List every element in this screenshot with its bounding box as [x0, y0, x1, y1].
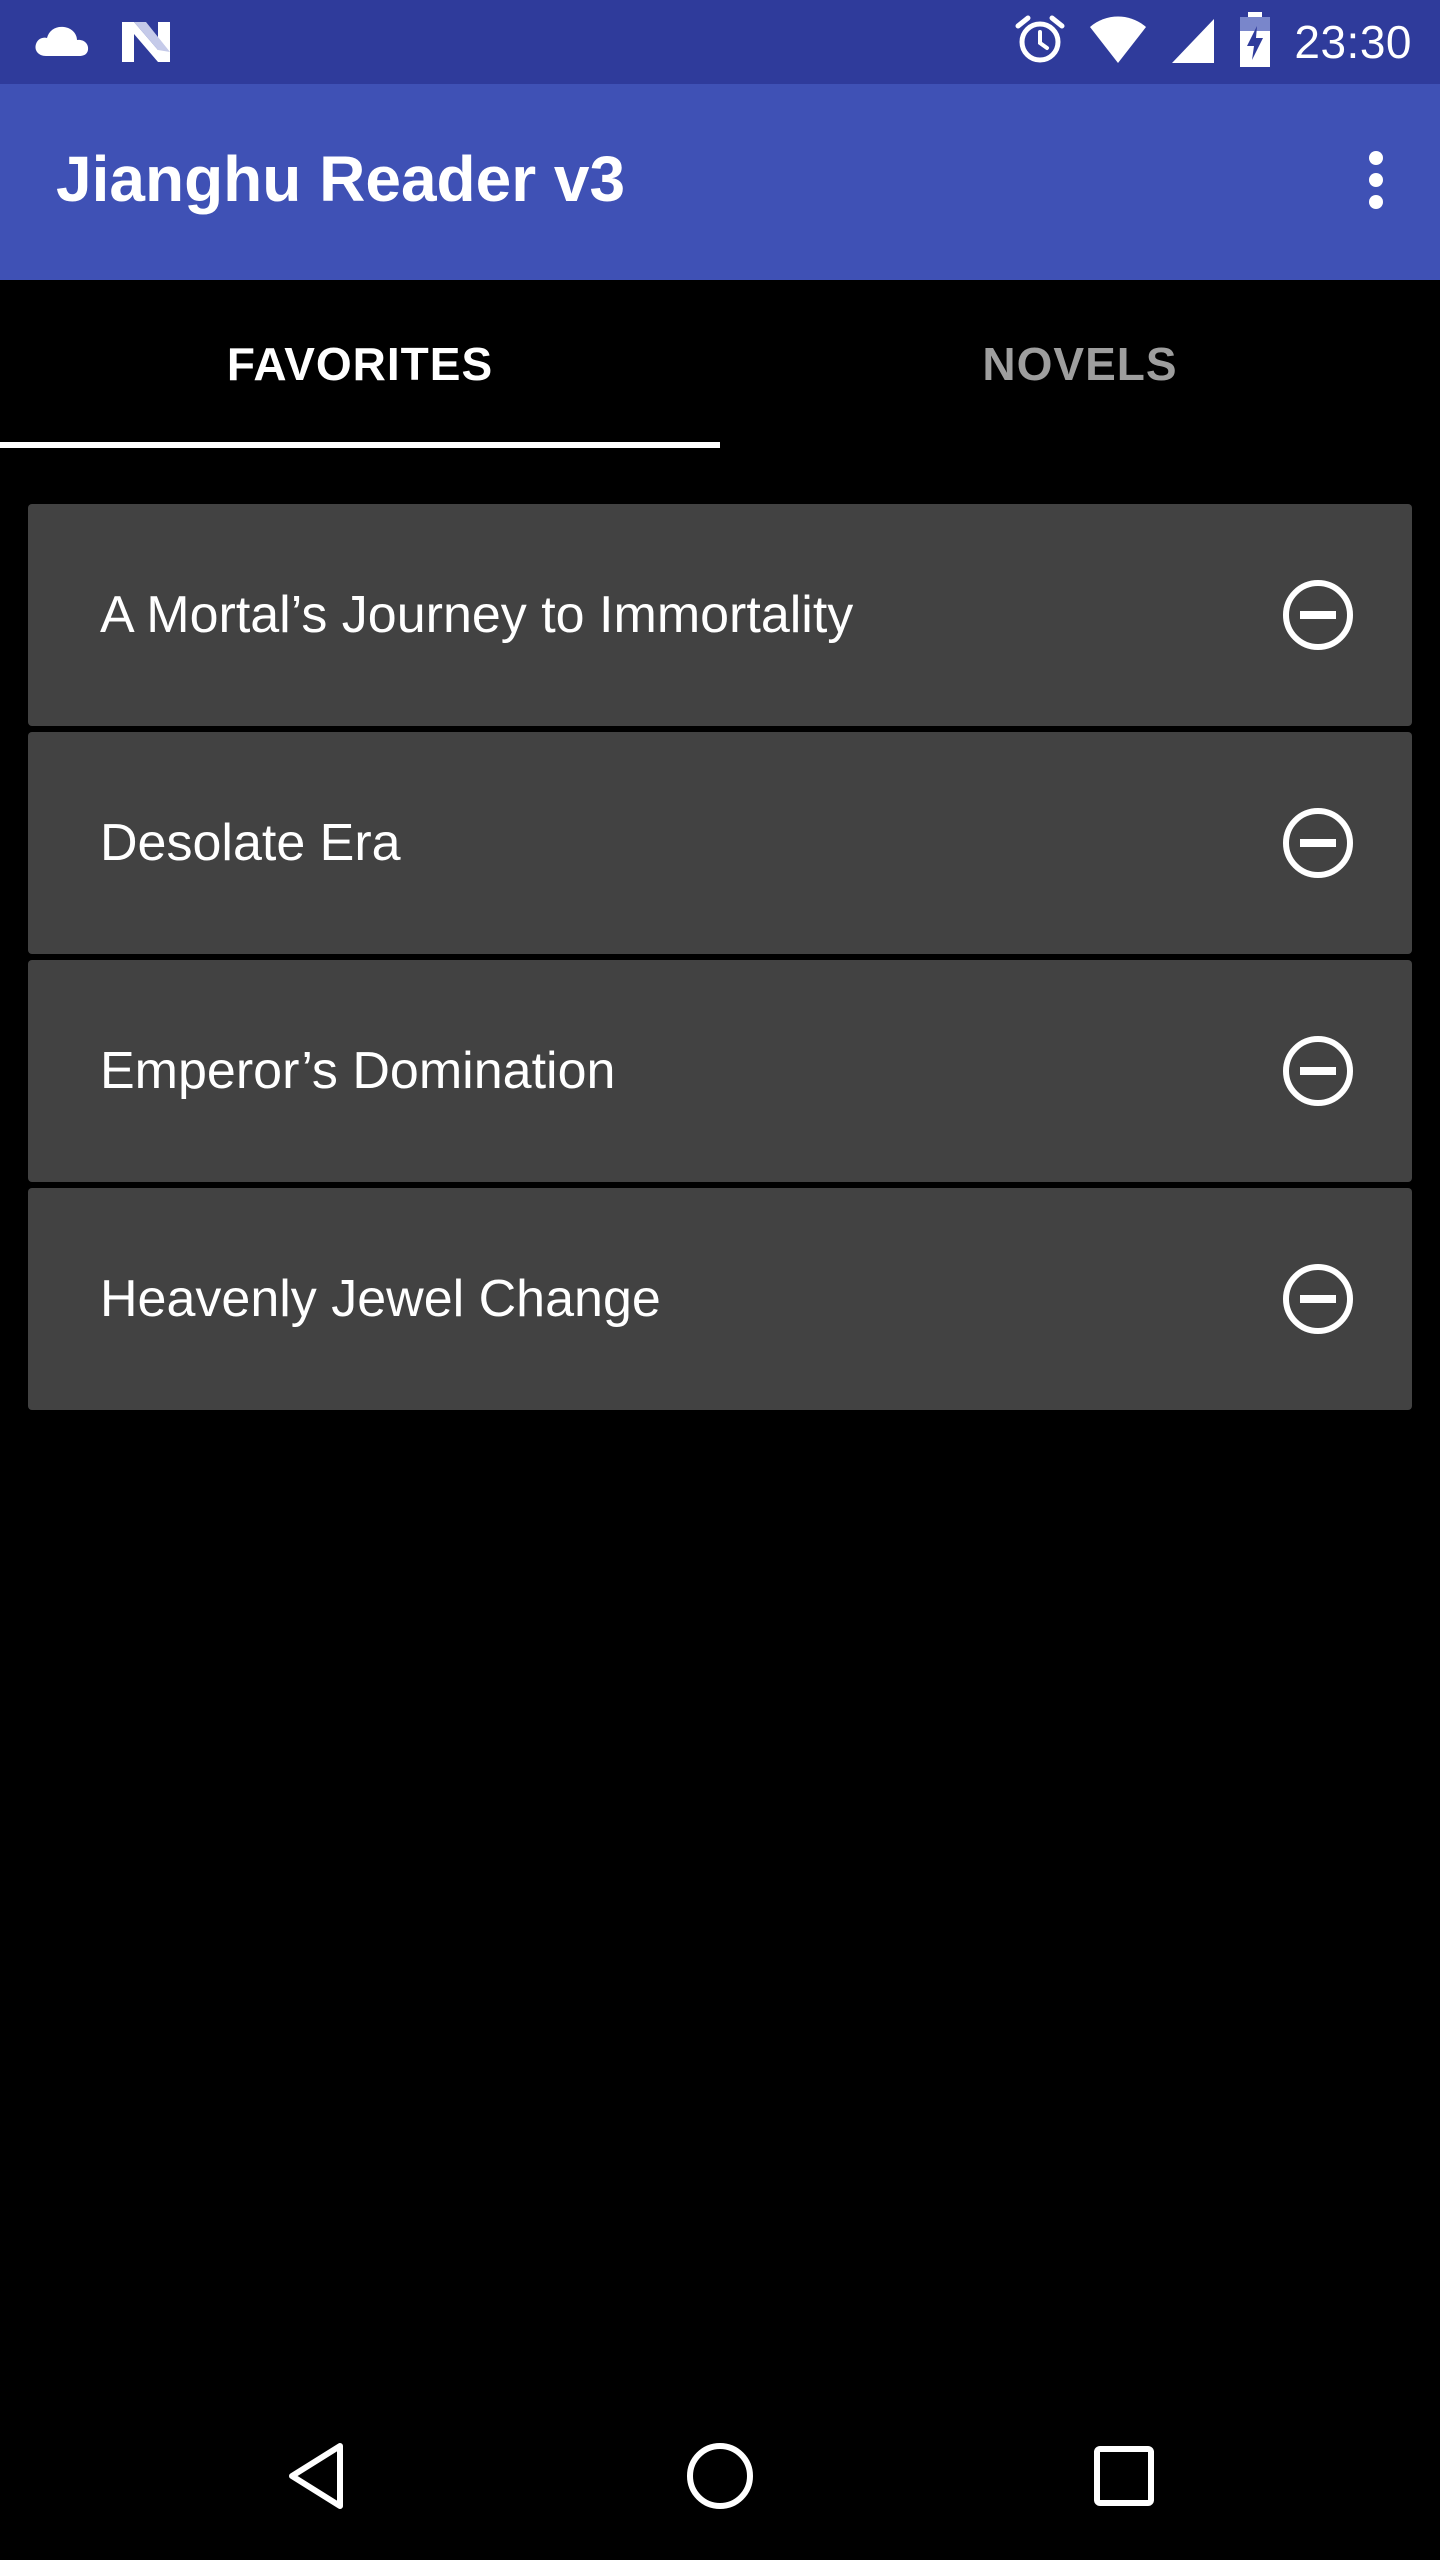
n-notification-icon — [120, 18, 172, 69]
list-item[interactable]: Heavenly Jewel Change — [28, 1188, 1412, 1410]
remove-circle-icon — [1283, 1036, 1353, 1106]
tab-novels-label: NOVELS — [982, 338, 1178, 390]
remove-circle-icon — [1283, 580, 1353, 650]
list-item[interactable]: Desolate Era — [28, 732, 1412, 954]
overflow-menu-button[interactable] — [1340, 140, 1412, 224]
signal-icon — [1170, 15, 1216, 70]
novel-title: Emperor’s Domination — [100, 1042, 616, 1100]
remove-favorite-button[interactable] — [1282, 1263, 1354, 1335]
alarm-icon — [1014, 14, 1066, 71]
remove-favorite-button[interactable] — [1282, 1035, 1354, 1107]
remove-circle-icon — [1283, 808, 1353, 878]
battery-charging-icon — [1238, 11, 1272, 73]
tab-favorites[interactable]: FAVORITES — [0, 280, 720, 448]
cloud-icon — [34, 24, 90, 63]
remove-favorite-button[interactable] — [1282, 807, 1354, 879]
novel-title: Desolate Era — [100, 814, 401, 872]
recents-icon — [1094, 2446, 1154, 2506]
list-item[interactable]: Emperor’s Domination — [28, 960, 1412, 1182]
novel-title: A Mortal’s Journey to Immortality — [100, 586, 854, 644]
status-right-icons: 23:30 — [1014, 10, 1412, 74]
list-item[interactable]: A Mortal’s Journey to Immortality — [28, 504, 1412, 726]
back-button[interactable] — [274, 2434, 358, 2518]
app-title: Jianghu Reader v3 — [56, 143, 626, 215]
status-time: 23:30 — [1294, 16, 1412, 68]
navigation-bar — [0, 2392, 1440, 2560]
novel-title: Heavenly Jewel Change — [100, 1270, 661, 1328]
back-icon — [289, 2443, 343, 2509]
home-button[interactable] — [678, 2434, 762, 2518]
app-bar: Jianghu Reader v3 — [0, 84, 1440, 280]
wifi-icon — [1088, 15, 1148, 70]
tab-novels[interactable]: NOVELS — [720, 280, 1440, 448]
tab-selected-indicator — [0, 442, 720, 448]
tab-bar: FAVORITES NOVELS — [0, 280, 1440, 448]
favorites-list: A Mortal’s Journey to Immortality Desola… — [28, 504, 1412, 1416]
remove-circle-icon — [1283, 1264, 1353, 1334]
recents-button[interactable] — [1082, 2434, 1166, 2518]
home-icon — [687, 2443, 753, 2509]
remove-favorite-button[interactable] — [1282, 579, 1354, 651]
tab-favorites-label: FAVORITES — [226, 338, 494, 390]
status-left-icons — [34, 18, 172, 69]
more-vert-icon — [1366, 150, 1386, 215]
status-bar: 23:30 — [0, 0, 1440, 84]
